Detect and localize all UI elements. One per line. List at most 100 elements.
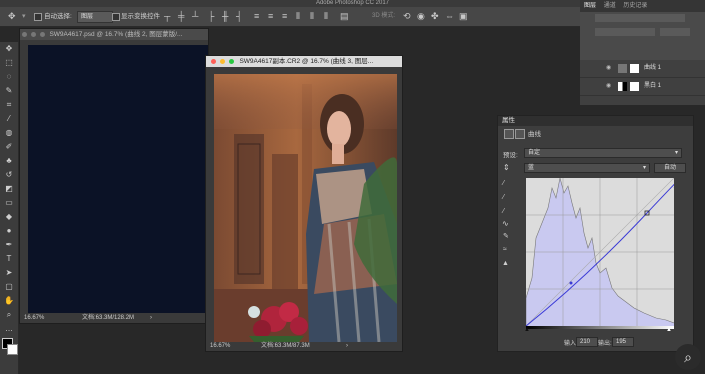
align-hcenter-icon[interactable]: ╫ (222, 7, 228, 26)
distribute-left-icon[interactable]: ⦀ (296, 7, 300, 26)
eyedropper-tool-icon[interactable]: ⁄ (0, 112, 18, 126)
3d-pan-icon[interactable]: ✤ (431, 7, 439, 26)
eraser-tool-icon[interactable]: ◩ (0, 182, 18, 196)
distribute-top-icon[interactable]: ≡ (254, 7, 259, 26)
maximize-icon[interactable] (39, 31, 45, 37)
align-bottom-icon[interactable]: ┴ (192, 7, 198, 26)
3d-roll-icon[interactable]: ◉ (417, 7, 425, 26)
healing-brush-tool-icon[interactable]: ◍ (0, 126, 18, 140)
color-swatches[interactable] (0, 336, 18, 358)
smooth-curve-icon[interactable]: ≈ (503, 246, 507, 253)
3d-scale-icon[interactable]: ▣ (459, 7, 468, 26)
white-point-slider[interactable]: ▲ (666, 327, 672, 333)
histogram-clipping-icon[interactable]: ▲ (502, 260, 509, 267)
more-tools-icon[interactable]: … (0, 322, 18, 336)
channel-dropdown[interactable]: 蓝 ▾ (524, 163, 650, 173)
tab-history[interactable]: 历史记录 (623, 3, 647, 9)
marquee-tool-icon[interactable]: ⬚ (0, 56, 18, 70)
shape-tool-icon[interactable]: ▢ (0, 280, 18, 294)
preset-dropdown[interactable]: 自定 ▾ (524, 148, 682, 158)
tab-channels[interactable]: 通道 (604, 3, 616, 9)
eye-icon[interactable]: ◉ (606, 78, 611, 95)
tab-layers[interactable]: 图层 (584, 3, 596, 9)
document-window-1-title[interactable]: SW9A4617.psd @ 16.7% (曲线 2, 图层蒙版/... (20, 29, 208, 40)
magnifier-icon[interactable]: ⌕ (675, 344, 701, 370)
crop-tool-icon[interactable]: ⌗ (0, 98, 18, 112)
layer-mask-thumbnail[interactable] (630, 64, 639, 73)
document-1-size[interactable]: 文档:63.3M/128.2M (82, 314, 134, 323)
tool-preset-chevron-icon[interactable]: ▾ (22, 7, 26, 26)
layer-mask-icon[interactable] (515, 129, 525, 139)
distribute-bottom-icon[interactable]: ≡ (282, 7, 287, 26)
document-1-status-arrow-icon[interactable]: › (150, 314, 152, 323)
document-2-zoom[interactable]: 16.67% (210, 342, 230, 351)
path-select-tool-icon[interactable]: ➤ (0, 266, 18, 280)
gradient-tool-icon[interactable]: ▭ (0, 196, 18, 210)
history-brush-tool-icon[interactable]: ↺ (0, 168, 18, 182)
tools-panel: ✥ ⬚ ◌ ✎ ⌗ ⁄ ◍ ✐ ♣ ↺ ◩ ▭ ◆ ● ✒ T ➤ ▢ ✋ ⌕ … (0, 42, 19, 374)
portrait-photo[interactable] (214, 74, 397, 342)
chevron-down-icon: ▾ (642, 165, 646, 171)
black-point-eyedropper-icon[interactable]: ⁄ (503, 180, 504, 187)
chevron-down-icon: ▾ (674, 150, 678, 156)
document-2-size[interactable]: 文档:63.3M/87.3M (261, 342, 310, 351)
dodge-tool-icon[interactable]: ● (0, 224, 18, 238)
gray-point-eyedropper-icon[interactable]: ⁄ (503, 194, 504, 201)
pencil-draw-icon[interactable]: ✎ (503, 232, 509, 240)
adjustment-name: 曲线 (528, 131, 541, 138)
align-vcenter-icon[interactable]: ╪ (178, 7, 184, 26)
layer-mask-thumbnail[interactable] (630, 82, 639, 91)
auto-select-dropdown[interactable]: 图层 (77, 11, 113, 23)
lasso-tool-icon[interactable]: ◌ (0, 70, 18, 84)
align-top-icon[interactable]: ┬ (164, 7, 170, 26)
black-point-slider[interactable]: ▲ (524, 327, 530, 333)
white-point-eyedropper-icon[interactable]: ⁄ (503, 208, 504, 215)
layer-filter-field[interactable] (595, 14, 685, 22)
align-left-icon[interactable]: ├ (208, 7, 214, 26)
maximize-icon[interactable] (228, 58, 234, 64)
layer-row[interactable]: ◉ 曲线 1 (580, 60, 705, 78)
blur-tool-icon[interactable]: ◆ (0, 210, 18, 224)
opacity-field[interactable] (660, 28, 690, 36)
curve-edit-points-icon[interactable]: ∿ (502, 219, 509, 228)
close-icon[interactable] (22, 31, 27, 37)
document-window-2[interactable]: SW9A4617副本.CR2 @ 16.7% (曲线 3, 图层... 16.6… (205, 55, 403, 352)
move-tool-icon[interactable]: ✥ (8, 7, 16, 26)
document-2-status-arrow-icon[interactable]: › (346, 342, 348, 351)
document-window-1[interactable]: SW9A4617.psd @ 16.7% (曲线 2, 图层蒙版/... 16.… (19, 28, 209, 324)
on-image-adjust-icon[interactable]: ⇕ (503, 163, 510, 172)
show-transform-checkbox[interactable] (112, 13, 120, 21)
pen-tool-icon[interactable]: ✒ (0, 238, 18, 252)
3d-slide-icon[interactable]: ⇔ (445, 7, 454, 26)
document-window-2-title[interactable]: SW9A4617副本.CR2 @ 16.7% (曲线 3, 图层... (206, 56, 402, 67)
distribute-hcenter-icon[interactable]: ⦀ (310, 7, 314, 26)
align-right-icon[interactable]: ┤ (236, 7, 242, 26)
quick-select-tool-icon[interactable]: ✎ (0, 84, 18, 98)
zoom-tool-icon[interactable]: ⌕ (0, 308, 18, 322)
eye-icon[interactable]: ◉ (606, 60, 611, 77)
minimize-icon[interactable] (30, 31, 36, 37)
3d-orbit-icon[interactable]: ⟲ (403, 7, 411, 26)
clone-stamp-tool-icon[interactable]: ♣ (0, 154, 18, 168)
auto-button[interactable]: 自动 (654, 163, 686, 173)
distribute-vcenter-icon[interactable]: ≡ (268, 7, 273, 26)
layer-name[interactable]: 曲线 1 (644, 60, 661, 77)
distribute-right-icon[interactable]: ⦀ (324, 7, 328, 26)
hand-tool-icon[interactable]: ✋ (0, 294, 18, 308)
input-field[interactable]: 210 (576, 337, 598, 347)
output-field[interactable]: 195 (612, 337, 634, 347)
type-tool-icon[interactable]: T (0, 252, 18, 266)
auto-align-icon[interactable]: ▤ (340, 7, 349, 26)
curves-graph[interactable] (526, 178, 674, 326)
layer-row[interactable]: ◉ 黑白 1 (580, 78, 705, 96)
close-icon[interactable] (211, 58, 216, 64)
blend-mode-dropdown[interactable] (595, 28, 655, 36)
background-color-swatch[interactable] (7, 344, 18, 355)
auto-select-checkbox[interactable] (34, 13, 42, 21)
brush-tool-icon[interactable]: ✐ (0, 140, 18, 154)
minimize-icon[interactable] (219, 58, 225, 64)
layer-name[interactable]: 黑白 1 (644, 78, 661, 95)
move-tool-icon[interactable]: ✥ (0, 42, 18, 56)
document-1-canvas[interactable] (28, 45, 208, 313)
document-1-zoom[interactable]: 16.67% (24, 314, 44, 323)
